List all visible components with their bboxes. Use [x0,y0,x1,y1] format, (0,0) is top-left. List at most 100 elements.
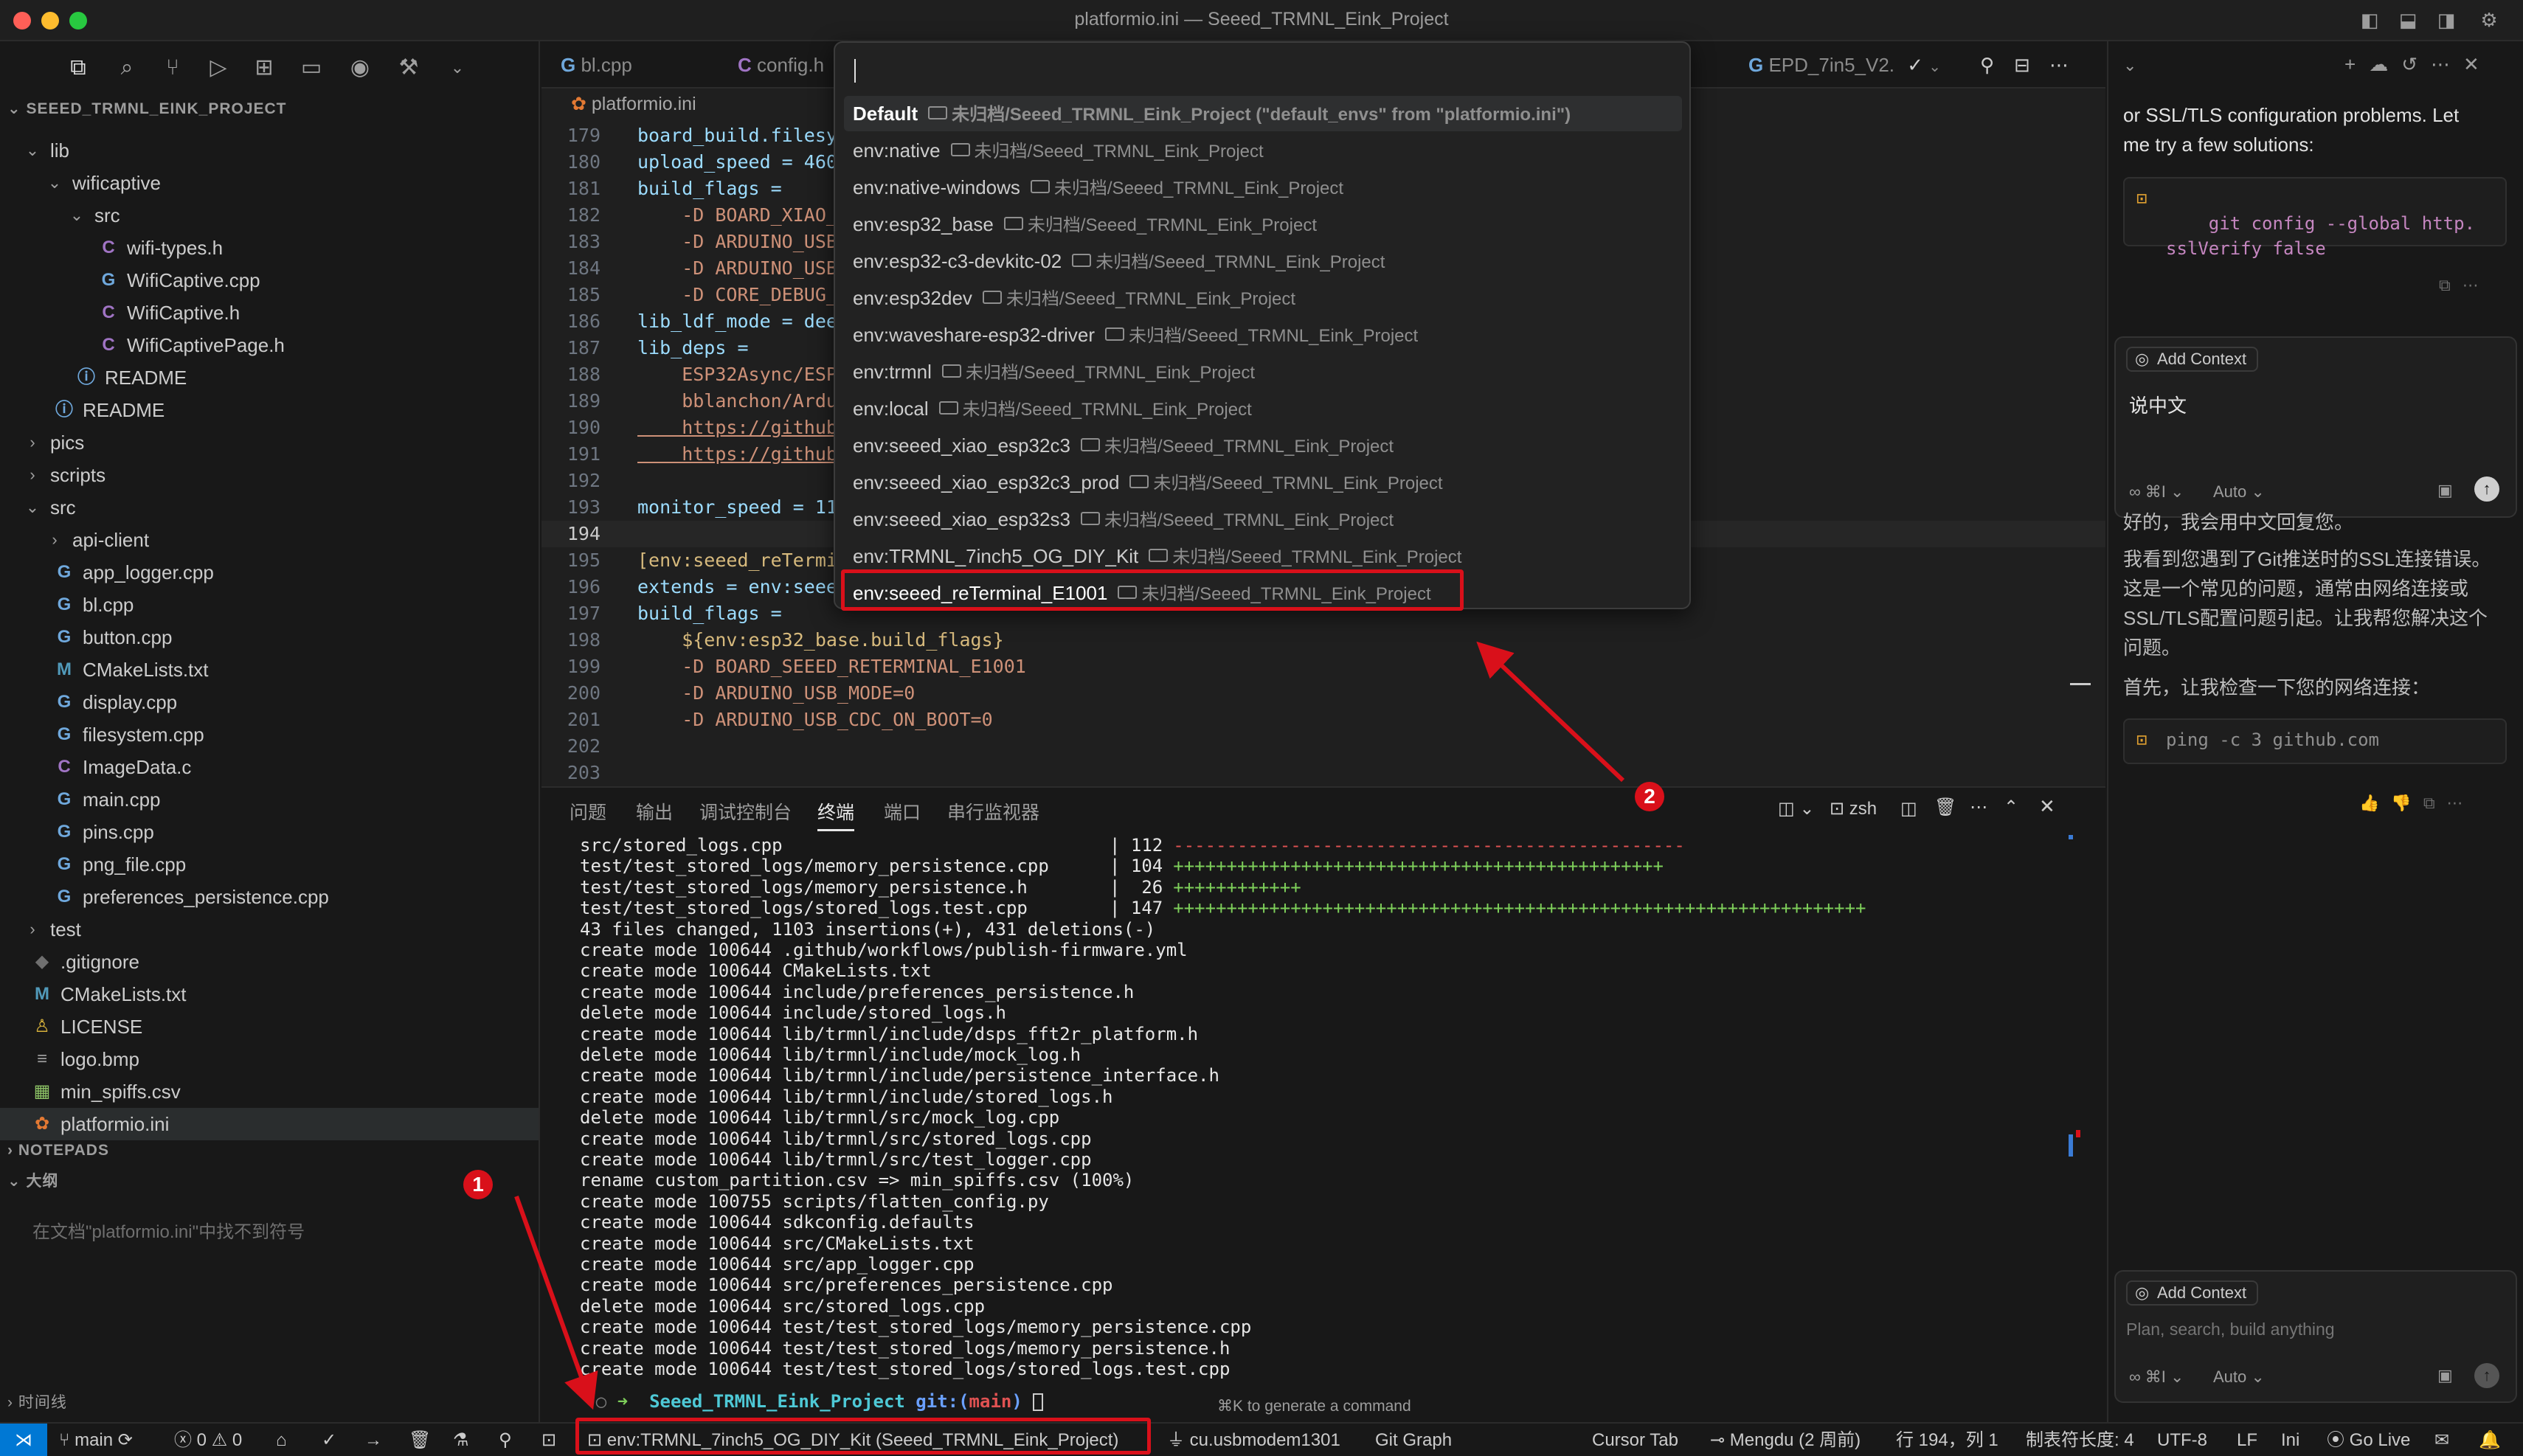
pio-upload-icon[interactable]: → [364,1424,382,1456]
search-icon[interactable]: ⌕ [111,52,143,84]
add-context-chip[interactable]: ◎ Add Context [2126,347,2259,372]
new-terminal-dropdown-icon[interactable]: ◫ ⌄ [1778,798,1814,819]
tree-item[interactable]: ▦ min_spiffs.csv [0,1075,539,1108]
quick-pick-item[interactable]: env:native 未归档/Seeed_TRMNL_Eink_Project [844,133,1682,168]
tree-item[interactable]: ⌄ lib [0,134,539,167]
pio-monitor-icon[interactable]: ⚲ [499,1424,512,1456]
thumbs-down-icon[interactable]: 👎 [2391,794,2423,812]
tree-item[interactable]: ⓘ README [0,361,539,394]
tree-item[interactable]: C WifiCaptive.h [0,297,539,329]
run-debug-icon[interactable]: ▷ [202,52,235,84]
message-actions[interactable]: 👍👎⧉⋯ [2359,794,2475,813]
platformio-icon[interactable]: ◉ [344,52,376,84]
code-line[interactable]: 199 -D BOARD_SEEED_RETERMINAL_E1001 [541,654,2105,680]
tree-item[interactable]: Gbutton.cpp [0,621,539,654]
settings-gear-icon[interactable]: ⚙ [2477,9,2501,31]
quick-pick-item[interactable]: Default 未归档/Seeed_TRMNL_Eink_Project ("de… [844,96,1682,131]
trash-icon[interactable]: 🗑 [1934,797,1956,818]
quick-pick-item[interactable]: env:local 未归档/Seeed_TRMNL_Eink_Project [844,391,1682,426]
quick-pick-input[interactable] [845,50,1681,94]
tree-item[interactable]: ≡ logo.bmp [0,1043,539,1075]
tree-item[interactable]: Gpng_file.cpp [0,848,539,881]
tree-item[interactable]: Gfilesystem.cpp [0,718,539,751]
tree-item[interactable]: Gmain.cpp [0,783,539,816]
close-icon[interactable]: ✕ [2463,53,2493,75]
pio-terminal-icon[interactable]: ⊡ [541,1424,556,1456]
breadcrumb[interactable]: ✿ platformio.ini [571,93,696,115]
tree-item[interactable]: Gapp_logger.cpp [0,556,539,589]
tree-item[interactable]: M CMakeLists.txt [0,978,539,1010]
pio-clean-icon[interactable]: 🗑 [409,1424,431,1456]
more-actions-icon[interactable]: ⋯ [1970,797,1987,818]
git-graph-button[interactable]: Git Graph [1375,1424,1452,1456]
encoding[interactable]: UTF-8 [2157,1424,2207,1456]
add-context-chip[interactable]: ◎ Add Context [2126,1280,2259,1306]
code-block-ping[interactable]: ⊡ ping -c 3 github.com [2123,718,2507,764]
more-icon[interactable]: ⋯ [2463,276,2491,294]
code-line[interactable]: 201 -D ARDUINO_USB_CDC_ON_BOOT=0 [541,707,2105,733]
outline-section-header[interactable]: ⌄ 大纲 [0,1167,539,1196]
copy-icon[interactable]: ⧉ [2439,276,2463,294]
remote-explorer-icon[interactable]: ▭ [295,52,328,84]
quick-pick-item[interactable]: env:seeed_xiao_esp32c3 未归档/Seeed_TRMNL_Ei… [844,428,1682,463]
tree-item[interactable]: ⓘ README [0,394,539,426]
send-icon[interactable]: ↑ [2474,476,2499,502]
tree-item[interactable]: Cwifi-types.h [0,232,539,264]
image-icon[interactable]: ▣ [2437,1366,2453,1385]
image-icon[interactable]: ▣ [2437,481,2453,500]
code-line[interactable]: 198 ${env:esp32_base.build_flags} [541,627,2105,654]
pio-build-icon[interactable]: ✓ [322,1424,336,1456]
tree-item[interactable]: › scripts [0,459,539,491]
maximize-panel-icon[interactable]: ⌃ [2004,797,2018,818]
chat-header-actions[interactable]: +☁↺⋯✕ [2344,53,2493,76]
quick-pick-item[interactable]: env:trmnl 未归档/Seeed_TRMNL_Eink_Project [844,354,1682,389]
language-mode[interactable]: Ini [2281,1424,2299,1456]
go-live-button[interactable]: ⦿ Go Live [2327,1424,2410,1456]
tree-item[interactable]: C ImageData.c [0,751,539,783]
line-ending[interactable]: LF [2237,1424,2257,1456]
panel-tab[interactable]: 问题 [570,798,606,825]
quick-pick-item[interactable]: env:seeed_xiao_esp32c3_prod 未归档/Seeed_TRM… [844,465,1682,500]
feedback-icon[interactable]: ✉ [2434,1424,2449,1456]
terminal-prompt[interactable]: ○ ➜ Seeed_TRMNL_Eink_Project git:(main) [553,1370,1044,1412]
tree-item[interactable]: ⌄ src [0,199,539,232]
tools-icon[interactable]: ⚒ [392,52,425,84]
tab-config-h[interactable]: C config.h [738,41,824,89]
tree-item[interactable]: C WifiCaptivePage.h [0,329,539,361]
copy-icon[interactable]: ⧉ [2423,794,2447,812]
quick-pick-item[interactable]: env:esp32_base 未归档/Seeed_TRMNL_Eink_Proje… [844,207,1682,242]
panel-tab[interactable]: 终端 [817,798,855,831]
pin-icon[interactable]: ⚲ [1980,41,1994,89]
tree-item[interactable]: › pics [0,426,539,459]
plus-icon[interactable]: + [2344,53,2369,75]
quick-pick-item[interactable]: env:TRMNL_7inch5_OG_DIY_Kit 未归档/Seeed_TRM… [844,538,1682,574]
project-section-header[interactable]: ⌄ SEEED_TRMNL_EINK_PROJECT [0,94,539,124]
toggle-sidebar-icon[interactable]: ◧ [2358,9,2381,31]
tree-item[interactable]: G WifiCaptive.cpp [0,264,539,297]
model-selector[interactable]: ∞ ⌘I ⌄ [2129,482,2184,502]
tree-item[interactable]: Gpreferences_persistence.cpp [0,881,539,913]
explorer-files-icon[interactable]: ⧉ [62,52,94,84]
history-icon[interactable]: ↺ [2401,53,2431,75]
tree-item[interactable]: Gdisplay.cpp [0,686,539,718]
branch-indicator[interactable]: ⑂ main ⟳ [59,1424,133,1456]
tab-epd-7in5[interactable]: G EPD_7in5_V2. ✓ ⌄ [1748,41,1941,89]
panel-tab[interactable]: 端口 [884,798,921,825]
code-actions[interactable]: ⧉⋯ [2439,276,2491,295]
checkmark-icon[interactable]: ✓ [1907,54,1923,76]
notepads-section-header[interactable]: › NOTEPADS [0,1136,539,1165]
source-control-icon[interactable]: ⑂ [156,52,189,84]
send-icon[interactable]: ↑ [2474,1363,2499,1388]
tree-item[interactable]: › test [0,913,539,946]
tree-item[interactable]: Gpins.cpp [0,816,539,848]
more-icon[interactable]: ⋯ [2447,794,2475,812]
mode-selector[interactable]: Auto ⌄ [2213,482,2265,502]
terminal-shell-selector[interactable]: ⊡ zsh [1830,798,1877,819]
extensions-icon[interactable]: ⊞ [248,52,280,84]
split-editor-icon[interactable]: ⊟ [2014,41,2030,89]
code-line[interactable]: 203 [541,760,2105,786]
model-selector[interactable]: ∞ ⌘I ⌄ [2129,1367,2184,1387]
split-terminal-icon[interactable]: ◫ [1900,798,1917,819]
toggle-panel-icon[interactable]: ⬓ [2396,9,2420,31]
panel-tab[interactable]: 输出 [636,798,673,825]
